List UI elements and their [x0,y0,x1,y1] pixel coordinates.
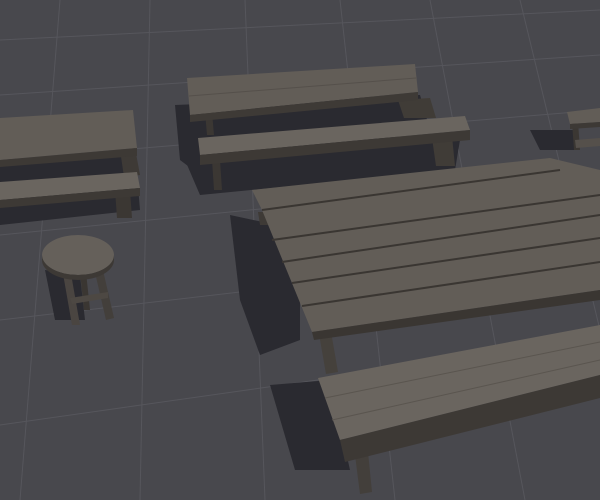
scene-viewport[interactable] [0,0,600,500]
